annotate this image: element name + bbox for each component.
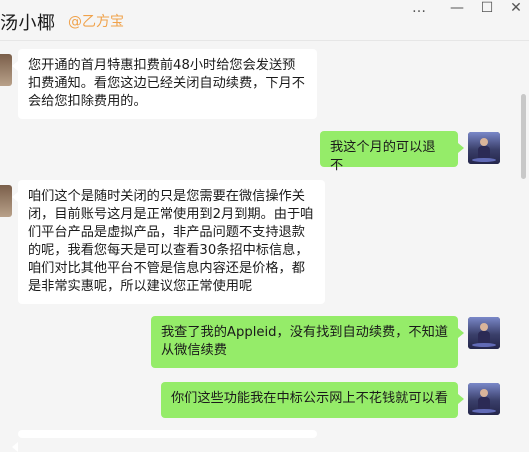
message-bubble-outgoing[interactable]: 你们这些功能我在中标公示网上不花钱就可以看 xyxy=(161,382,464,418)
message-bubble-incoming-partial[interactable] xyxy=(12,430,317,452)
contact-avatar[interactable] xyxy=(0,185,12,217)
message-text: 你们这些功能我在中标公示网上不花钱就可以看 xyxy=(171,391,448,406)
message-text: 咱们这个是随时关闭的只是您需要在微信操作关闭，目前账号这月是正常使用到2月到期。… xyxy=(28,189,314,294)
message-text: 我这个月的可以退不 xyxy=(330,140,436,173)
chat-window: 汤小椰 @乙方宝 … — ☐ ✕ 您开通的首月特惠扣费前48小时给您会发送预扣费… xyxy=(0,0,529,452)
scrollbar-thumb[interactable] xyxy=(521,94,526,179)
message-bubble-outgoing[interactable]: 我查了我的Appleid，没有找到自动续费，不知道从微信续费 xyxy=(151,316,464,368)
my-avatar[interactable] xyxy=(468,383,500,415)
my-avatar[interactable] xyxy=(468,132,500,164)
contact-avatar[interactable] xyxy=(0,54,12,86)
message-list[interactable]: 您开通的首月特惠扣费前48小时给您会发送预扣费通知。看您这边已经关闭自动续费，下… xyxy=(0,41,529,452)
close-icon[interactable]: ✕ xyxy=(507,0,525,16)
minimize-icon[interactable]: — xyxy=(448,0,466,16)
message-bubble-outgoing[interactable]: 我这个月的可以退不 xyxy=(320,131,464,173)
contact-company-tag: @乙方宝 xyxy=(68,14,124,30)
more-options-icon[interactable]: … xyxy=(410,0,428,16)
message-bubble-incoming[interactable]: 咱们这个是随时关闭的只是您需要在微信操作关闭，目前账号这月是正常使用到2月到期。… xyxy=(12,180,325,304)
message-text: 您开通的首月特惠扣费前48小时给您会发送预扣费通知。看您这边已经关闭自动续费，下… xyxy=(28,58,305,109)
title-bar: 汤小椰 @乙方宝 … — ☐ ✕ xyxy=(0,0,529,41)
message-bubble-incoming[interactable]: 您开通的首月特惠扣费前48小时给您会发送预扣费通知。看您这边已经关闭自动续费，下… xyxy=(12,49,317,119)
chat-title: 汤小椰 xyxy=(0,13,56,34)
chat-scrollbar[interactable] xyxy=(520,41,526,438)
my-avatar[interactable] xyxy=(468,317,500,349)
message-text: 我查了我的Appleid，没有找到自动续费，不知道从微信续费 xyxy=(161,325,448,358)
maximize-icon[interactable]: ☐ xyxy=(478,0,496,16)
